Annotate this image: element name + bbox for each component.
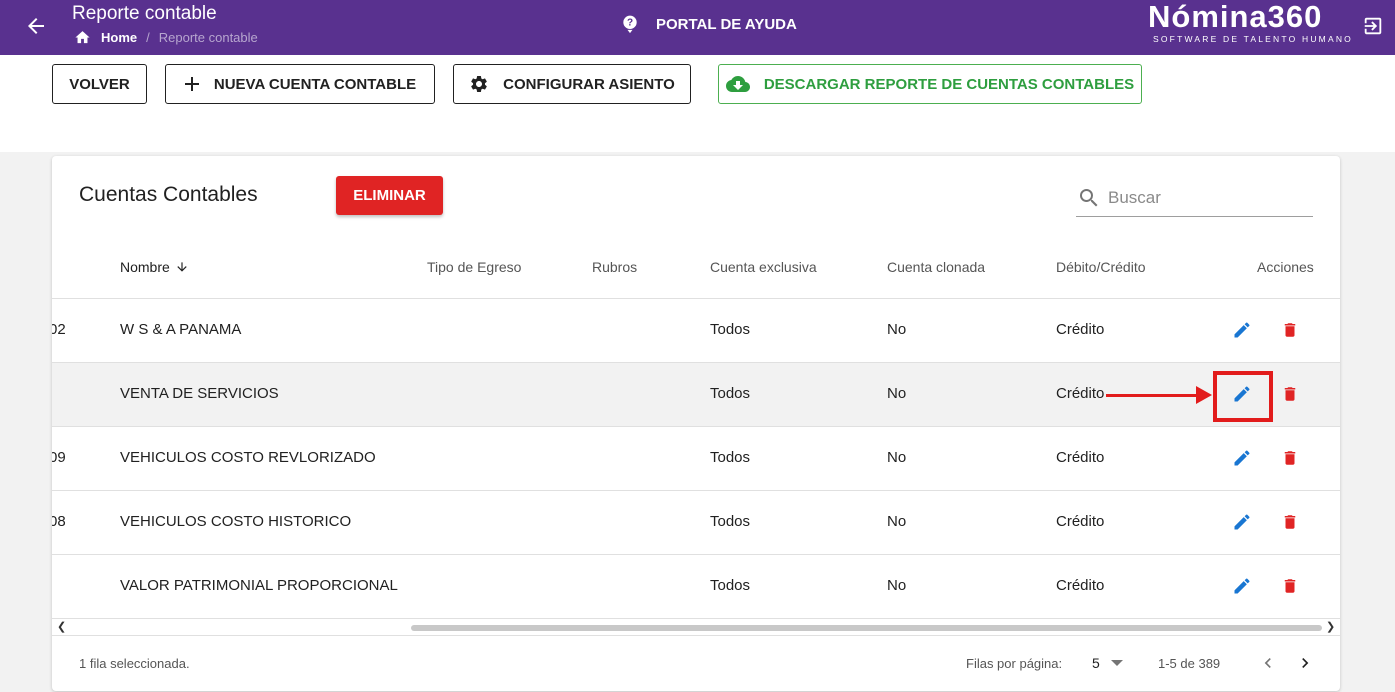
chevron-left-icon[interactable] <box>1258 653 1278 673</box>
rows-per-page-value: 5 <box>1092 655 1100 671</box>
delete-icon[interactable] <box>1281 320 1299 340</box>
logout-icon[interactable] <box>1362 15 1384 37</box>
brand-logo: Nómina360 SOFTWARE DE TALENTO HUMANO <box>1148 0 1353 44</box>
row-cuenta-exclusiva: Todos <box>710 321 751 338</box>
row-nombre: VEHICULOS COSTO HISTORICO <box>120 513 352 530</box>
rows-per-page-label: Filas por página: <box>966 656 1063 671</box>
dropdown-arrow-icon <box>1110 660 1123 666</box>
help-icon: ? <box>623 15 637 34</box>
row-cuenta-clonada: No <box>887 449 907 466</box>
column-header-cuenta-clonada[interactable]: Cuenta clonada <box>887 259 985 275</box>
selection-count: 1 fila seleccionada. <box>79 656 190 671</box>
scrollbar-thumb[interactable] <box>411 625 1322 631</box>
horizontal-scrollbar[interactable]: ❮ ❯ <box>52 618 1340 636</box>
configure-entry-label: CONFIGURAR ASIENTO <box>503 75 675 93</box>
top-app-bar: Reporte contable Home / Reporte contable… <box>0 0 1395 55</box>
help-portal-label: PORTAL DE AYUDA <box>656 15 797 33</box>
column-header-tipo-egreso[interactable]: Tipo de Egreso <box>427 259 521 275</box>
delete-icon[interactable] <box>1281 448 1299 468</box>
arrow-down-icon <box>177 262 187 272</box>
volver-button[interactable]: VOLVER <box>52 64 147 104</box>
configure-entry-button[interactable]: CONFIGURAR ASIENTO <box>453 64 691 104</box>
delete-icon[interactable] <box>1281 512 1299 532</box>
row-cuenta-clonada: No <box>887 577 907 594</box>
new-account-button[interactable]: NUEVA CUENTA CONTABLE <box>165 64 435 104</box>
row-cuenta-clonada: No <box>887 385 907 402</box>
row-code: 08 <box>52 513 66 530</box>
annotation-highlight-box <box>1213 371 1273 422</box>
column-header-rubros[interactable]: Rubros <box>592 259 637 275</box>
edit-icon[interactable] <box>1232 448 1252 468</box>
pagination-range: 1-5 de 389 <box>1158 656 1221 671</box>
row-cuenta-exclusiva: Todos <box>710 385 751 402</box>
delete-icon[interactable] <box>1281 384 1299 404</box>
row-cuenta-exclusiva: Todos <box>710 449 751 466</box>
search-input[interactable] <box>1108 188 1308 208</box>
row-debito-credito: Crédito <box>1056 577 1105 594</box>
search-icon <box>1080 189 1098 207</box>
row-nombre: VEHICULOS COSTO REVLORIZADO <box>120 449 376 466</box>
column-header-debito-credito[interactable]: Débito/Crédito <box>1056 259 1146 275</box>
column-header-nombre[interactable]: Nombre <box>120 259 189 275</box>
row-cuenta-clonada: No <box>887 513 907 530</box>
scroll-left-icon[interactable]: ❮ <box>57 620 66 633</box>
new-account-label: NUEVA CUENTA CONTABLE <box>213 75 417 93</box>
annotation-arrow-head <box>1196 386 1212 404</box>
breadcrumb: Home / Reporte contable <box>74 29 258 46</box>
rows-per-page-select[interactable]: 5 <box>1092 655 1124 671</box>
logo-tagline: SOFTWARE DE TALENTO HUMANO <box>1153 34 1353 44</box>
edit-icon[interactable] <box>1232 320 1252 340</box>
row-debito-credito: Crédito <box>1056 385 1105 402</box>
gear-icon <box>471 76 487 92</box>
table-row[interactable]: VALOR PATRIMONIAL PROPORCIONAL Todos No … <box>52 555 1340 619</box>
scroll-right-icon[interactable]: ❯ <box>1326 620 1335 633</box>
row-debito-credito: Crédito <box>1056 321 1105 338</box>
download-report-button[interactable]: DESCARGAR REPORTE DE CUENTAS CONTABLES <box>718 64 1142 104</box>
row-code: 02 <box>52 321 66 338</box>
card-title: Cuentas Contables <box>79 183 258 206</box>
logo-text: Nómina360 <box>1148 0 1323 34</box>
page-title: Reporte contable <box>72 3 217 24</box>
row-cuenta-clonada: No <box>887 321 907 338</box>
row-cuenta-exclusiva: Todos <box>710 577 751 594</box>
cloud-download-icon <box>725 76 750 92</box>
search-box <box>1076 180 1313 217</box>
column-header-nombre-label: Nombre <box>120 259 170 275</box>
plus-icon <box>184 77 199 91</box>
table-row[interactable]: 02 W S & A PANAMA Todos No Crédito <box>52 299 1340 363</box>
edit-icon[interactable] <box>1232 512 1252 532</box>
home-icon[interactable] <box>74 29 91 46</box>
row-debito-credito: Crédito <box>1056 449 1105 466</box>
column-header-cuenta-exclusiva[interactable]: Cuenta exclusiva <box>710 259 817 275</box>
volver-label: VOLVER <box>69 75 130 93</box>
table-row[interactable]: 09 VEHICULOS COSTO REVLORIZADO Todos No … <box>52 427 1340 491</box>
row-nombre: W S & A PANAMA <box>120 321 242 338</box>
chevron-right-icon[interactable] <box>1295 653 1315 673</box>
delete-button[interactable]: ELIMINAR <box>336 176 443 215</box>
row-cuenta-exclusiva: Todos <box>710 513 751 530</box>
breadcrumb-current: Reporte contable <box>158 30 258 45</box>
column-header-acciones: Acciones <box>1257 259 1314 275</box>
row-debito-credito: Crédito <box>1056 513 1105 530</box>
row-nombre: VENTA DE SERVICIOS <box>120 385 279 402</box>
row-nombre: VALOR PATRIMONIAL PROPORCIONAL <box>120 577 398 594</box>
delete-icon[interactable] <box>1281 576 1299 596</box>
breadcrumb-home[interactable]: Home <box>101 30 137 45</box>
svg-text:?: ? <box>627 18 633 29</box>
breadcrumb-separator: / <box>146 30 150 45</box>
download-report-label: DESCARGAR REPORTE DE CUENTAS CONTABLES <box>763 75 1135 93</box>
accounts-card: Cuentas Contables ELIMINAR Nombre Tipo d… <box>52 156 1340 691</box>
back-arrow-icon[interactable] <box>24 14 48 38</box>
help-portal-link[interactable]: ? PORTAL DE AYUDA <box>620 14 797 34</box>
annotation-arrow-line <box>1106 394 1200 397</box>
table-row[interactable]: 08 VEHICULOS COSTO HISTORICO Todos No Cr… <box>52 491 1340 555</box>
row-code: 09 <box>52 449 66 466</box>
edit-icon[interactable] <box>1232 576 1252 596</box>
